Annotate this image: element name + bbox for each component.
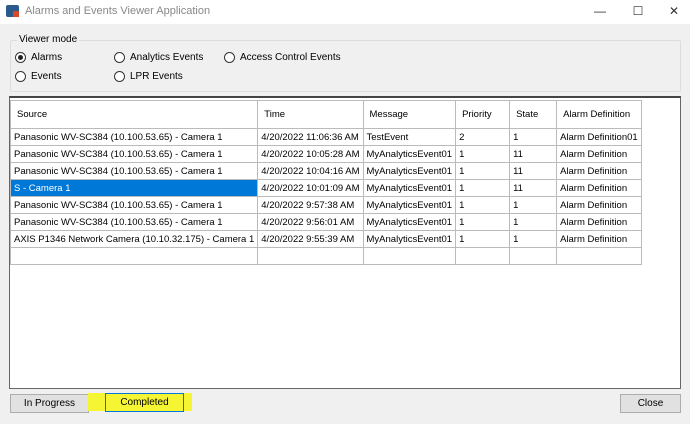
close-button[interactable]: Close bbox=[620, 394, 681, 413]
table-cell: MyAnalyticsEvent01 bbox=[362, 162, 457, 180]
radio-label: Access Control Events bbox=[240, 52, 341, 63]
table-cell: MyAnalyticsEvent01 bbox=[362, 145, 457, 163]
table-row[interactable]: Panasonic WV-SC384 (10.100.53.65) - Came… bbox=[9, 162, 642, 180]
table-cell: TestEvent bbox=[362, 128, 457, 146]
radio-label: Events bbox=[31, 71, 62, 82]
table-row[interactable]: S - Camera 1 4/20/2022 10:01:09 AM MyAnaly… bbox=[9, 179, 642, 197]
table-row[interactable]: Panasonic WV-SC384 (10.100.53.65) - Came… bbox=[9, 213, 642, 231]
table-cell: 11 bbox=[509, 162, 558, 180]
column-header[interactable]: Source bbox=[9, 100, 259, 129]
table-cell: 11 bbox=[509, 179, 558, 197]
table-cell: 4/20/2022 9:57:38 AM bbox=[257, 196, 364, 214]
alarms-grid[interactable]: Source Time Message Priority State Alarm Defi… bbox=[9, 96, 681, 389]
empty-cell bbox=[257, 247, 364, 265]
empty-cell bbox=[9, 247, 259, 265]
radio-lpr-events[interactable]: LPR Events bbox=[114, 71, 183, 82]
app-icon bbox=[6, 5, 19, 17]
table-cell: AXIS P1346 Network Camera (10.10.32.175)… bbox=[9, 230, 259, 248]
radio-analytics-events[interactable]: Analytics Events bbox=[114, 52, 203, 63]
table-cell: 4/20/2022 10:01:09 AM bbox=[257, 179, 364, 197]
table-cell: 1 bbox=[509, 213, 558, 231]
table-cell: 1 bbox=[509, 128, 558, 146]
table-cell: Alarm Definition01 bbox=[556, 128, 642, 146]
table-row[interactable]: Panasonic WV-SC384 (10.100.53.65) - Came… bbox=[9, 196, 642, 214]
maximize-button[interactable]: ☐ bbox=[628, 4, 648, 20]
table-cell: 1 bbox=[455, 213, 511, 231]
column-header[interactable]: Priority bbox=[455, 100, 511, 129]
table-cell: Alarm Definition bbox=[556, 145, 642, 163]
title-bar: Alarms and Events Viewer Application — ☐… bbox=[0, 0, 690, 24]
alarms-table: Source Time Message Priority State Alarm Defi… bbox=[9, 100, 642, 265]
radio-label: LPR Events bbox=[130, 71, 183, 82]
table-cell: 4/20/2022 10:04:16 AM bbox=[257, 162, 364, 180]
column-header[interactable]: Message bbox=[362, 100, 457, 129]
table-row[interactable]: Panasonic WV-SC384 (10.100.53.65) - Came… bbox=[9, 128, 642, 146]
column-header[interactable]: State bbox=[509, 100, 558, 129]
empty-cell bbox=[362, 247, 457, 265]
table-cell: Alarm Definition bbox=[556, 213, 642, 231]
completed-button[interactable]: Completed bbox=[105, 393, 184, 412]
table-cell: 4/20/2022 9:55:39 AM bbox=[257, 230, 364, 248]
table-cell: 4/20/2022 11:06:36 AM bbox=[257, 128, 364, 146]
column-header[interactable]: Alarm Definition bbox=[556, 100, 642, 129]
radio-icon bbox=[15, 71, 26, 82]
radio-icon bbox=[114, 52, 125, 63]
table-cell: Alarm Definition bbox=[556, 162, 642, 180]
table-cell: MyAnalyticsEvent01 bbox=[362, 230, 457, 248]
table-cell: Alarm Definition bbox=[556, 179, 642, 197]
table-cell: 1 bbox=[509, 196, 558, 214]
table-cell: 4/20/2022 9:56:01 AM bbox=[257, 213, 364, 231]
column-header[interactable]: Time bbox=[257, 100, 364, 129]
table-cell: 1 bbox=[455, 196, 511, 214]
viewer-mode-label: Viewer mode bbox=[17, 34, 80, 45]
radio-icon bbox=[114, 71, 125, 82]
table-cell: MyAnalyticsEvent01 bbox=[362, 179, 457, 197]
table-cell: 1 bbox=[509, 230, 558, 248]
table-cell: Alarm Definition bbox=[556, 196, 642, 214]
table-cell: MyAnalyticsEvent01 bbox=[362, 196, 457, 214]
table-cell: S - Camera 1 bbox=[9, 179, 259, 197]
table-cell: 1 bbox=[455, 230, 511, 248]
table-cell: MyAnalyticsEvent01 bbox=[362, 213, 457, 231]
table-cell: 1 bbox=[455, 162, 511, 180]
radio-icon bbox=[224, 52, 235, 63]
table-cell: Alarm Definition bbox=[556, 230, 642, 248]
radio-label: Analytics Events bbox=[130, 52, 204, 63]
table-cell: Panasonic WV-SC384 (10.100.53.65) - Came… bbox=[9, 162, 259, 180]
table-cell: Panasonic WV-SC384 (10.100.53.65) - Came… bbox=[9, 196, 259, 214]
radio-access-control-events[interactable]: Access Control Events bbox=[224, 52, 341, 63]
empty-cell bbox=[556, 247, 642, 265]
radio-events[interactable]: Events bbox=[15, 71, 62, 82]
minimize-button[interactable]: — bbox=[590, 4, 610, 20]
table-cell: Panasonic WV-SC384 (10.100.53.65) - Came… bbox=[9, 145, 259, 163]
close-window-button[interactable]: ✕ bbox=[664, 4, 684, 20]
table-cell: 1 bbox=[455, 179, 511, 197]
in-progress-button[interactable]: In Progress bbox=[10, 394, 89, 413]
radio-label: Alarms bbox=[31, 52, 63, 63]
table-cell: 2 bbox=[455, 128, 511, 146]
radio-alarms[interactable]: Alarms bbox=[15, 52, 62, 63]
table-cell: Panasonic WV-SC384 (10.100.53.65) - Came… bbox=[9, 213, 259, 231]
table-cell: 11 bbox=[509, 145, 558, 163]
table-row[interactable]: Panasonic WV-SC384 (10.100.53.65) - Came… bbox=[9, 145, 642, 163]
table-cell: Panasonic WV-SC384 (10.100.53.65) - Came… bbox=[9, 128, 259, 146]
empty-cell bbox=[455, 247, 511, 265]
table-cell: 1 bbox=[455, 145, 511, 163]
new-row[interactable] bbox=[9, 247, 642, 265]
window-title: Alarms and Events Viewer Application bbox=[25, 5, 211, 17]
table-cell: 4/20/2022 10:05:28 AM bbox=[257, 145, 364, 163]
radio-checked-icon bbox=[15, 52, 26, 63]
viewer-mode-group bbox=[10, 40, 681, 92]
empty-cell bbox=[509, 247, 558, 265]
table-row[interactable]: AXIS P1346 Network Camera (10.10.32.175)… bbox=[9, 230, 642, 248]
